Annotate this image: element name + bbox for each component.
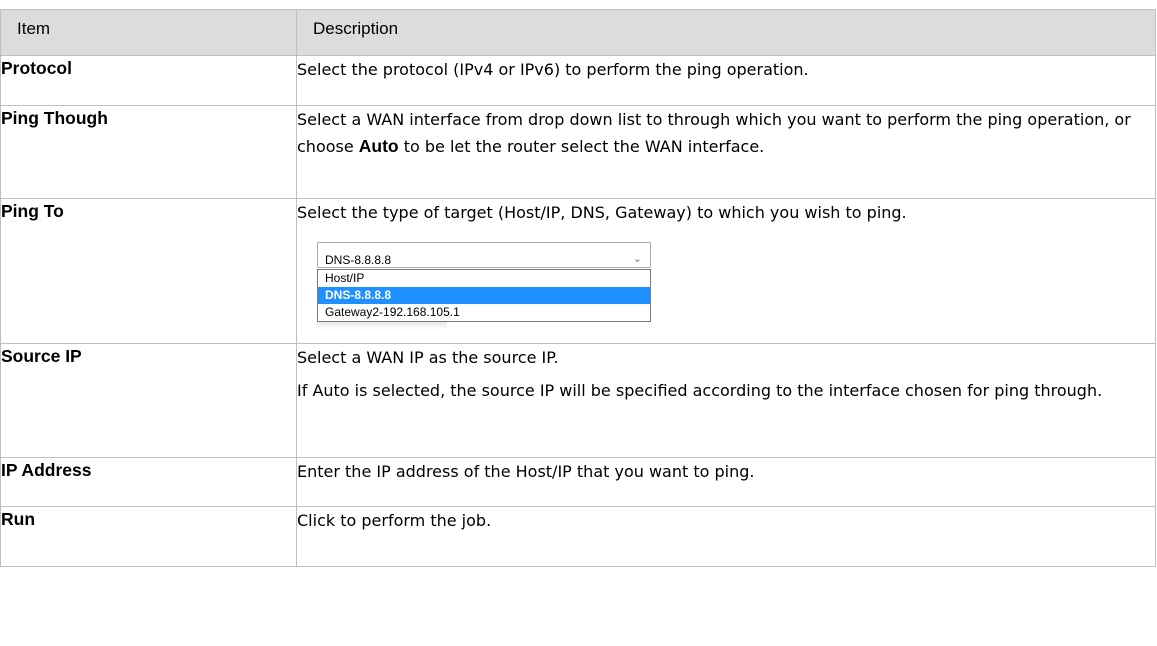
description-ip-address: Enter the IP address of the Host/IP that… — [296, 457, 1156, 507]
header-cell-description: Description — [296, 9, 1156, 56]
description-text: Select a WAN IP as the source IP. — [297, 348, 559, 367]
description-text: Click to perform the job. — [297, 511, 492, 530]
description-ping-though: Select a WAN interface from drop down li… — [296, 105, 1156, 199]
description-ping-to: Select the type of target (Host/IP, DNS,… — [296, 198, 1156, 344]
header-description-label: Description — [313, 19, 399, 38]
description-run: Click to perform the job. — [296, 506, 1156, 567]
table-row: Source IP Select a WAN IP as the source … — [0, 343, 1156, 458]
description-bold-auto: Auto — [358, 136, 399, 156]
ping-to-options-list: Host/IP DNS-8.8.8.8 Gateway2-192.168.105… — [317, 269, 651, 322]
table-row: Ping Though Select a WAN interface from … — [0, 105, 1156, 199]
item-ip-address: IP Address — [0, 457, 297, 507]
ping-to-selected-value: DNS-8.8.8.8 — [325, 253, 392, 267]
header-item-label: Item — [17, 19, 51, 38]
dropdown-shadow — [317, 322, 447, 330]
table-row: Ping To Select the type of target (Host/… — [0, 198, 1156, 344]
description-text-part: to be let the router select the WAN inte… — [398, 137, 765, 156]
description-protocol: Select the protocol (IPv4 or IPv6) to pe… — [296, 55, 1156, 106]
description-text-2: If Auto is selected, the source IP will … — [297, 381, 1103, 400]
description-text: Select the protocol (IPv4 or IPv6) to pe… — [297, 60, 809, 79]
table-row: IP Address Enter the IP address of the H… — [0, 457, 1156, 507]
description-text: Select a WAN interface from drop down li… — [297, 106, 1155, 160]
option-gateway[interactable]: Gateway2-192.168.105.1 — [318, 304, 650, 321]
table-row: Run Click to perform the job. — [0, 506, 1156, 567]
description-text: Enter the IP address of the Host/IP that… — [297, 462, 755, 481]
option-dns[interactable]: DNS-8.8.8.8 — [318, 287, 650, 304]
item-ping-to: Ping To — [0, 198, 297, 344]
ping-to-select[interactable]: DNS-8.8.8.8 ⌄ — [317, 242, 651, 268]
description-source-ip: Select a WAN IP as the source IP. If Aut… — [296, 343, 1156, 458]
chevron-down-icon: ⌄ — [632, 253, 642, 265]
description-table: Item Description Protocol Select the pro… — [0, 9, 1156, 567]
item-source-ip: Source IP — [0, 343, 297, 458]
description-text: Select the type of target (Host/IP, DNS,… — [297, 203, 907, 222]
table-row: Protocol Select the protocol (IPv4 or IP… — [0, 55, 1156, 106]
item-run: Run — [0, 506, 297, 567]
item-ping-though: Ping Though — [0, 105, 297, 199]
ping-to-dropdown-illustration: DNS-8.8.8.8 ⌄ Host/IP DNS-8.8.8.8 Gatewa… — [317, 242, 651, 330]
item-protocol: Protocol — [0, 55, 297, 106]
header-cell-item: Item — [0, 9, 297, 56]
table-header-row: Item Description — [0, 9, 1156, 56]
